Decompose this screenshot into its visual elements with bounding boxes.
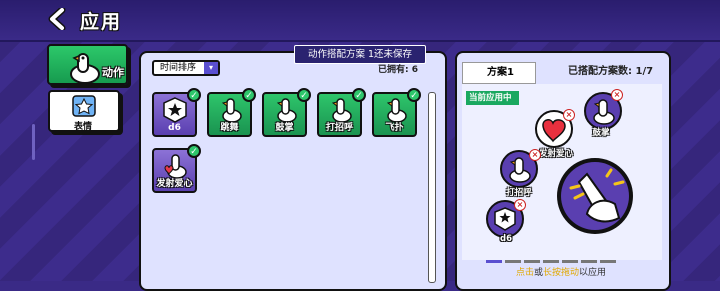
sidebar-item-action[interactable]: 动作 <box>47 44 128 85</box>
page-dot <box>543 260 559 263</box>
goose-clap-icon <box>561 162 629 230</box>
remove-icon[interactable]: × <box>611 89 623 101</box>
action-card-d6[interactable]: d6 ✓ <box>152 88 201 137</box>
action-card-pounce[interactable]: 飞扑 ✓ <box>372 88 421 137</box>
tab-scheme-1[interactable]: 方案1 <box>462 62 536 84</box>
checkmark-icon: ✓ <box>407 88 421 102</box>
page-dot <box>505 260 521 263</box>
card-label: 跳舞 <box>220 123 239 133</box>
hint-longpress: 长按拖动 <box>543 268 580 278</box>
page-dot <box>524 260 540 263</box>
page-title: 应用 <box>80 11 123 33</box>
checkmark-icon: ✓ <box>297 88 311 102</box>
remove-icon[interactable]: × <box>514 199 526 211</box>
sidebar-item-emote[interactable]: 表情 <box>48 90 120 132</box>
hint-click: 点击 <box>516 268 535 278</box>
wheel-slot-label: 打招呼 <box>506 188 532 198</box>
star-sticker-icon <box>72 95 96 117</box>
action-card-dance[interactable]: 跳舞 ✓ <box>207 88 256 137</box>
sidebar-item-label: 动作 <box>102 66 124 79</box>
sort-dropdown[interactable]: 时间排序 ▾ <box>152 60 220 76</box>
scheme-count: 已搭配方案数: 1/7 <box>568 66 654 77</box>
top-bar: 应用 <box>0 0 720 42</box>
card-label: 鼓掌 <box>275 123 294 133</box>
scrollbar[interactable] <box>428 92 436 283</box>
remove-icon[interactable]: × <box>563 109 575 121</box>
sidebar-scroll-indicator <box>32 124 35 160</box>
back-arrow-icon[interactable] <box>48 8 68 30</box>
checkmark-icon: ✓ <box>187 144 201 158</box>
page-dot <box>486 260 502 263</box>
checkmark-icon: ✓ <box>242 88 256 102</box>
card-label: 发射爱心 <box>156 179 193 189</box>
card-label: d6 <box>168 123 181 133</box>
unsaved-toast: 动作搭配方案 1还未保存 <box>294 45 426 64</box>
current-applied-badge: 当前应用中 <box>466 91 519 105</box>
card-label: 打招呼 <box>325 123 353 133</box>
sidebar-item-label: 表情 <box>74 122 93 132</box>
sort-label: 时间排序 <box>160 63 197 73</box>
goose-icon <box>70 53 100 84</box>
remove-icon[interactable]: × <box>529 149 541 161</box>
chevron-down-icon: ▾ <box>204 62 218 74</box>
selected-action-preview <box>557 158 633 234</box>
wheel-slot-label: 鼓掌 <box>592 128 610 138</box>
action-card-clap[interactable]: 鼓掌 ✓ <box>262 88 311 137</box>
card-label: 飞扑 <box>385 123 404 133</box>
checkmark-icon: ✓ <box>187 88 201 102</box>
hint-apply: 以应用 <box>579 268 607 278</box>
page-dot <box>581 260 597 263</box>
apply-hint: 点击或长按拖动以应用 <box>516 265 606 278</box>
page-dot <box>562 260 578 263</box>
hint-or: 或 <box>534 268 544 278</box>
action-card-greet[interactable]: 打招呼 ✓ <box>317 88 366 137</box>
checkmark-icon: ✓ <box>352 88 366 102</box>
dice-icon <box>163 97 187 123</box>
action-card-shoot-heart[interactable]: 发射爱心 ✓ <box>152 144 201 193</box>
wheel-slot-label: d6 <box>500 234 512 244</box>
page-dot <box>600 260 616 263</box>
